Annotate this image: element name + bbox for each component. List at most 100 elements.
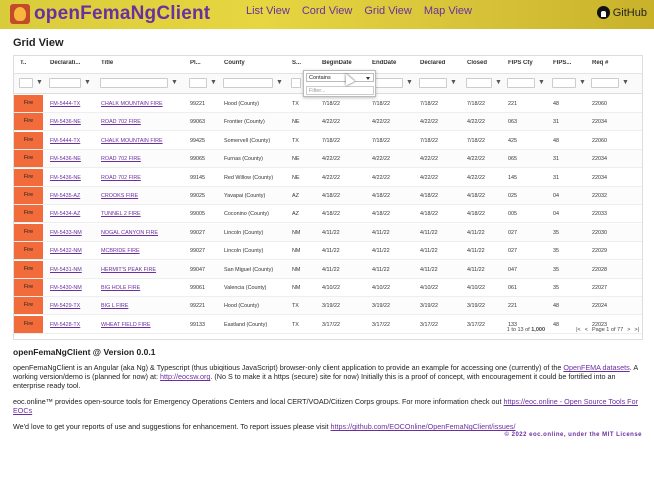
title-link[interactable]: TUNNEL 2 FIRE	[101, 211, 181, 217]
table-cell: 22060	[592, 101, 607, 107]
column-filter-input[interactable]	[507, 78, 535, 88]
grid-pager: 1 to 13 of 1,000 |< < Page 1 of 77 > >|	[13, 324, 643, 338]
column-header[interactable]: FIPS...	[553, 60, 589, 66]
table-row[interactable]: Fire FM-5429-TX BIG L FIRE 99221 Hood (Count…	[14, 297, 642, 316]
column-filter-input[interactable]	[419, 78, 447, 88]
filter-icon[interactable]: ▼	[622, 79, 629, 87]
column-filter-input[interactable]	[223, 78, 273, 88]
declaration-link[interactable]: FM-5435-AZ	[50, 193, 94, 199]
table-row[interactable]: Fire FM-5433-NM NOGAL CANYON FIRE 99027 Linc…	[14, 223, 642, 242]
title-link[interactable]: BIG HOLE FIRE	[101, 285, 181, 291]
table-cell: 4/11/22	[372, 266, 390, 273]
incident-type-cell: Fire	[14, 205, 43, 223]
column-header[interactable]: BeginDate	[322, 60, 366, 66]
column-filter-input[interactable]	[19, 78, 33, 88]
table-row[interactable]: Fire FM-5436-NE ROAD 702 FIRE 99065 Furnas (…	[14, 150, 642, 169]
table-row[interactable]: Fire FM-5432-NM MCBRIDE FIRE 99027 Lincoln (…	[14, 242, 642, 261]
filter-icon[interactable]: ▼	[36, 79, 43, 87]
column-filter-input[interactable]	[466, 78, 492, 88]
title-link[interactable]: ROAD 702 FIRE	[101, 119, 181, 125]
column-filter-input[interactable]	[49, 78, 81, 88]
declaration-link[interactable]: FM-5436-NE	[50, 175, 94, 181]
column-filter-input[interactable]	[189, 78, 207, 88]
app-header: openFemaNgClient List View Cord View Gri…	[0, 0, 654, 29]
first-page-icon[interactable]: |<	[576, 327, 581, 333]
title-link[interactable]: CHALK MOUNTAIN FIRE	[101, 101, 181, 107]
column-header[interactable]: T..	[20, 60, 46, 66]
table-cell: 027	[508, 248, 517, 255]
filter-value-input[interactable]: Filter...	[306, 86, 374, 95]
nav-grid-view[interactable]: Grid View	[364, 5, 411, 17]
table-row[interactable]: Fire FM-5435-AZ CROOKS FIRE 99025 Yavapai (C…	[14, 187, 642, 205]
table-cell: Red Willow (County)	[224, 174, 274, 181]
column-filter-input[interactable]	[552, 78, 576, 88]
declaration-link[interactable]: FM-5436-NE	[50, 156, 94, 162]
title-link[interactable]: HERMIT'S PEAK FIRE	[101, 267, 181, 273]
title-link[interactable]: CHALK MOUNTAIN FIRE	[101, 138, 181, 144]
title-link[interactable]: BIG L FIRE	[101, 303, 181, 309]
table-row[interactable]: Fire FM-5431-NM HERMIT'S PEAK FIRE 99047 San…	[14, 260, 642, 279]
filter-icon[interactable]: ▼	[538, 79, 545, 87]
column-header[interactable]: FIPS Cty	[508, 60, 548, 66]
table-cell: 22034	[592, 156, 607, 163]
filter-icon[interactable]: ▼	[495, 79, 502, 87]
filter-icon[interactable]: ▼	[171, 79, 178, 87]
declaration-link[interactable]: FM-5432-NM	[50, 248, 94, 254]
column-header[interactable]: Declarati...	[50, 60, 94, 66]
title-link[interactable]: CROOKS FIRE	[101, 193, 181, 199]
table-row[interactable]: Fire FM-5436-NE ROAD 702 FIRE 99063 Frontier…	[14, 113, 642, 132]
filter-icon[interactable]: ▼	[84, 79, 91, 87]
table-cell: 31	[553, 119, 559, 126]
column-filter-input[interactable]	[100, 78, 168, 88]
table-row[interactable]: Fire FM-5444-TX CHALK MOUNTAIN FIRE 99221 Ho…	[14, 95, 642, 113]
table-cell: 99221	[190, 101, 205, 107]
column-header[interactable]: Pl...	[190, 60, 220, 66]
nav-map-view[interactable]: Map View	[424, 5, 472, 17]
title-link[interactable]: ROAD 702 FIRE	[101, 175, 181, 181]
declaration-link[interactable]: FM-5444-TX	[50, 138, 94, 144]
column-header[interactable]: Declared	[420, 60, 460, 66]
openfema-link[interactable]: OpenFEMA datasets	[563, 363, 629, 372]
last-page-icon[interactable]: >|	[634, 327, 639, 333]
footer-about: openFemaNgClient is an Angular (aka Ng) …	[13, 363, 638, 390]
declaration-link[interactable]: FM-5430-NM	[50, 285, 94, 291]
column-header[interactable]: S...	[292, 60, 314, 66]
nav-list-view[interactable]: List View	[246, 5, 290, 17]
declaration-link[interactable]: FM-5434-AZ	[50, 211, 94, 217]
filter-icon[interactable]: ▼	[276, 79, 283, 87]
table-cell: 4/11/22	[372, 248, 390, 255]
filter-icon[interactable]: ▼	[579, 79, 586, 87]
declaration-link[interactable]: FM-5436-NE	[50, 119, 94, 125]
table-cell: 4/22/22	[322, 156, 340, 163]
next-page-icon[interactable]: >	[627, 327, 630, 333]
table-row[interactable]: Fire FM-5430-NM BIG HOLE FIRE 99061 Valencia…	[14, 279, 642, 297]
column-header[interactable]: EndDate	[372, 60, 416, 66]
declaration-link[interactable]: FM-5429-TX	[50, 303, 94, 309]
column-filter-input[interactable]	[591, 78, 619, 88]
title-link[interactable]: MCBRIDE FIRE	[101, 248, 181, 254]
nav-cord-view[interactable]: Cord View	[302, 5, 353, 17]
table-cell: 35	[553, 266, 559, 273]
filter-icon[interactable]: ▼	[450, 79, 457, 87]
filter-operator-select[interactable]: Contains	[306, 73, 374, 82]
github-link[interactable]: GitHub	[596, 6, 647, 19]
title-link[interactable]: NOGAL CANYON FIRE	[101, 230, 181, 236]
table-row[interactable]: Fire FM-5436-NE ROAD 702 FIRE 99145 Red Will…	[14, 168, 642, 187]
column-header[interactable]: County	[224, 60, 286, 66]
declaration-link[interactable]: FM-5444-TX	[50, 101, 94, 107]
brand[interactable]: openFemaNgClient	[10, 3, 210, 25]
declaration-link[interactable]: FM-5433-NM	[50, 230, 94, 236]
declaration-link[interactable]: FM-5431-NM	[50, 267, 94, 273]
demo-link[interactable]: http://eocsw.org	[160, 372, 210, 381]
filter-icon[interactable]: ▼	[406, 79, 413, 87]
issues-link[interactable]: https://github.com/EOCOnline/OpenFemaNgC…	[331, 422, 516, 431]
column-header[interactable]: Req #	[592, 60, 632, 66]
filter-icon[interactable]: ▼	[210, 79, 217, 87]
table-row[interactable]: Fire FM-5444-TX CHALK MOUNTAIN FIRE 99425 So…	[14, 131, 642, 150]
column-header[interactable]: Closed	[467, 60, 505, 66]
prev-page-icon[interactable]: <	[585, 327, 588, 333]
title-link[interactable]: ROAD 702 FIRE	[101, 156, 181, 162]
column-header[interactable]: Title	[101, 60, 181, 66]
column-filter-input[interactable]	[291, 78, 301, 88]
table-row[interactable]: Fire FM-5434-AZ TUNNEL 2 FIRE 99005 Coconino…	[14, 205, 642, 224]
